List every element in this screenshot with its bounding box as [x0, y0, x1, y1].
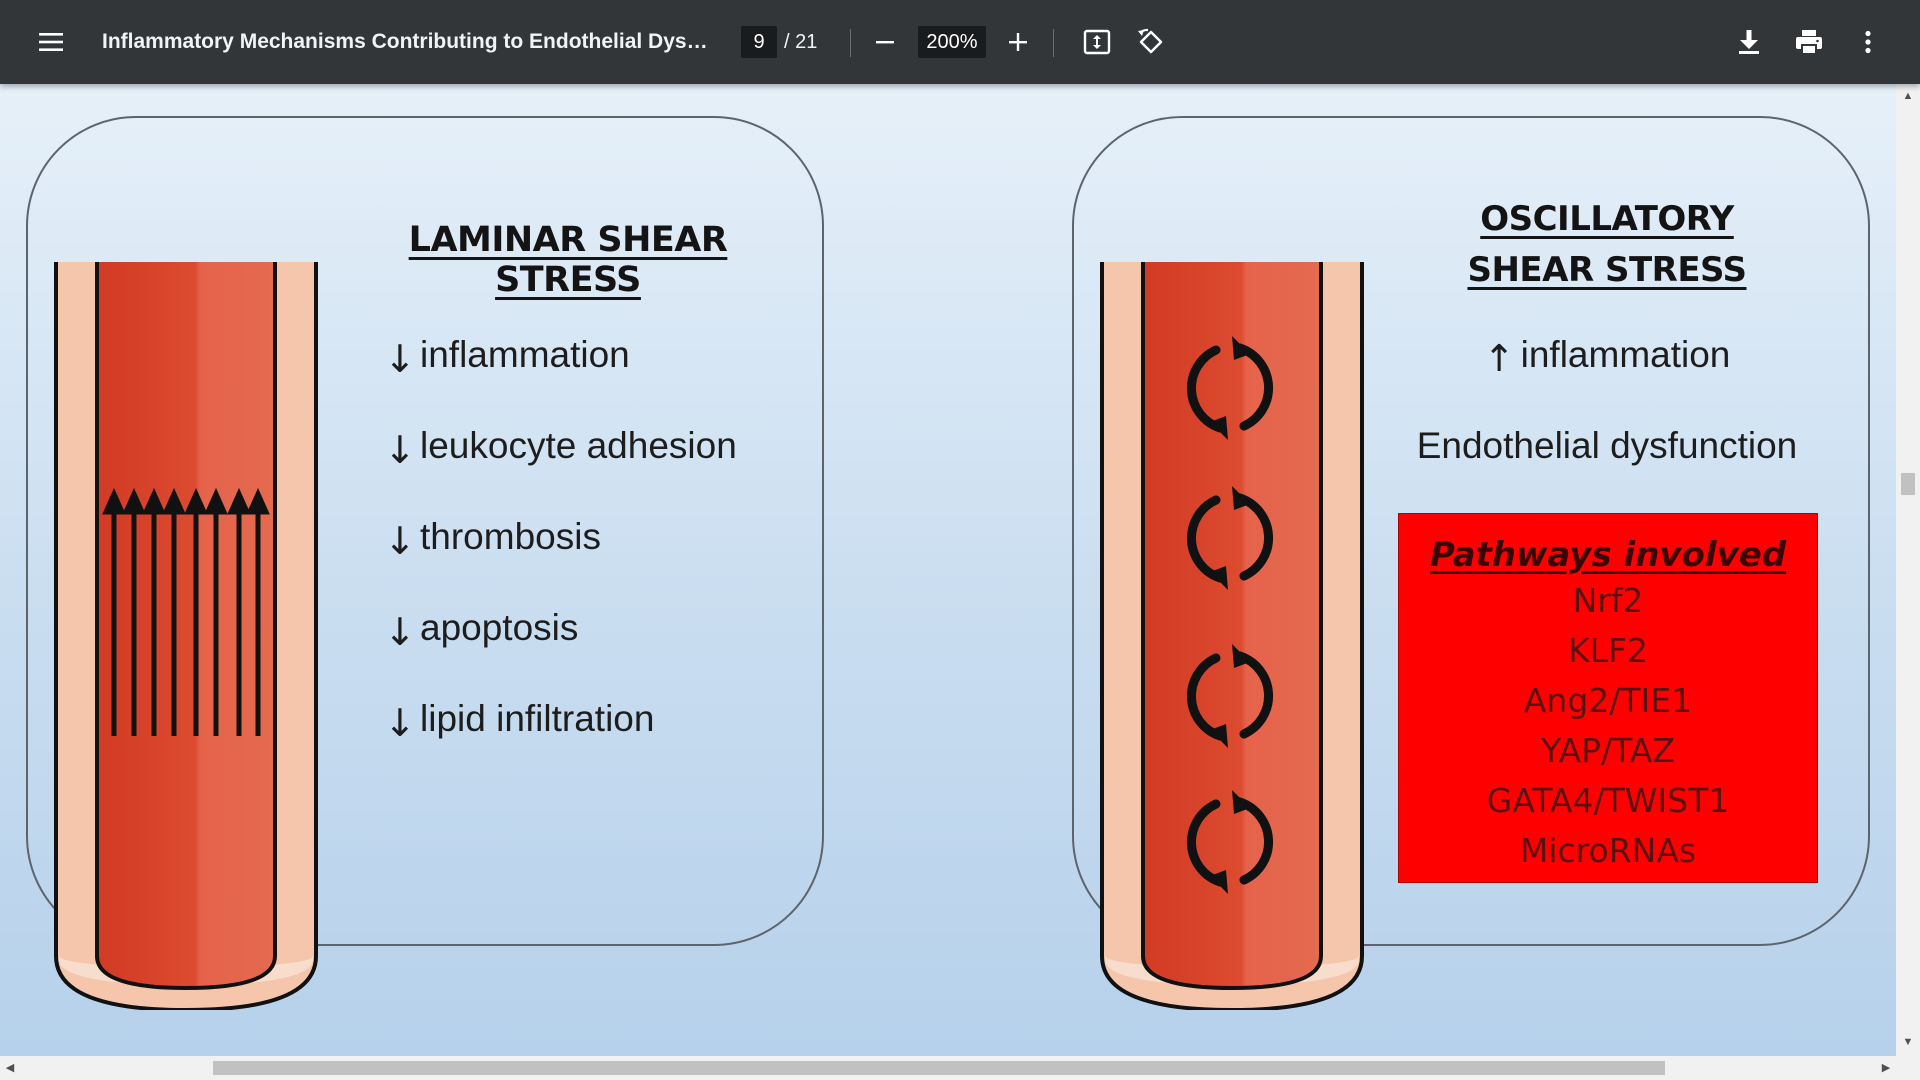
- pdf-page-viewport[interactable]: LAMINAR SHEAR STRESS ↓ inflammation ↓ le…: [0, 84, 1896, 1056]
- oscillatory-heading-line1: OSCILLATORY: [1480, 199, 1734, 239]
- oscillatory-heading: OSCILLATORY SHEAR STRESS: [1400, 194, 1814, 296]
- vertical-scrollbar[interactable]: ▲ ▼: [1896, 84, 1920, 1056]
- laminar-heading: LAMINAR SHEAR STRESS: [408, 220, 728, 300]
- download-icon: [1739, 30, 1759, 54]
- effect-label: thrombosis: [420, 516, 601, 557]
- zoom-out-button[interactable]: [861, 18, 909, 66]
- effect-label: leukocyte adhesion: [420, 425, 737, 466]
- list-item: ↓ thrombosis: [384, 514, 737, 605]
- horizontal-scrollbar[interactable]: ◀ ▶: [0, 1056, 1920, 1080]
- list-item: ↓ inflammation: [384, 332, 737, 423]
- zoom-in-button[interactable]: [994, 18, 1042, 66]
- vertical-scroll-thumb[interactable]: [1901, 473, 1915, 495]
- oscillatory-heading-line2: SHEAR STRESS: [1467, 250, 1747, 290]
- fit-to-page-button[interactable]: [1073, 18, 1121, 66]
- page-number-input[interactable]: 9: [741, 26, 777, 58]
- fit-to-page-icon: [1083, 29, 1111, 55]
- laminar-vessel-illustration: [54, 262, 318, 1010]
- pathways-box: Pathways involved Nrf2 KLF2 Ang2/TIE1 YA…: [1398, 513, 1818, 883]
- list-item: ↓ leukocyte adhesion: [384, 423, 737, 514]
- more-options-button[interactable]: [1844, 18, 1892, 66]
- down-arrow-icon: ↓: [384, 701, 416, 745]
- oscillatory-vessel-illustration: [1100, 262, 1364, 1010]
- scroll-down-arrow-icon[interactable]: ▼: [1900, 1036, 1916, 1048]
- rotate-icon: [1138, 28, 1163, 54]
- pathway-item: YAP/TAZ: [1541, 731, 1675, 770]
- rotate-button[interactable]: [1127, 18, 1175, 66]
- pathway-item: KLF2: [1567, 631, 1648, 670]
- effect-label: apoptosis: [420, 607, 579, 648]
- download-button[interactable]: [1725, 18, 1773, 66]
- list-item: ↓ lipid infiltration: [384, 696, 737, 787]
- print-button[interactable]: [1785, 18, 1833, 66]
- toolbar-divider: [850, 29, 851, 57]
- zoom-level-input[interactable]: 200%: [918, 26, 986, 58]
- minus-icon: [876, 41, 894, 44]
- oscillatory-effect-inflammation: ↑ inflammation: [1400, 332, 1814, 380]
- oscillatory-effect-dysfunction: Endothelial dysfunction: [1416, 425, 1798, 466]
- list-item: ↓ apoptosis: [384, 605, 737, 696]
- toolbar-divider: [1053, 29, 1054, 57]
- down-arrow-icon: ↓: [384, 337, 416, 381]
- page-total: / 21: [784, 31, 818, 53]
- horizontal-scroll-thumb[interactable]: [213, 1061, 1665, 1075]
- document-title: Inflammatory Mechanisms Contributing to …: [102, 30, 712, 53]
- menu-icon: [39, 33, 63, 51]
- down-arrow-icon: ↓: [384, 428, 416, 472]
- laminar-effects-list: ↓ inflammation ↓ leukocyte adhesion ↓ th…: [384, 332, 737, 787]
- scroll-up-arrow-icon[interactable]: ▲: [1900, 90, 1916, 102]
- scroll-left-arrow-icon[interactable]: ◀: [2, 1062, 18, 1074]
- menu-button[interactable]: [27, 18, 75, 66]
- plus-icon: [1009, 33, 1027, 51]
- down-arrow-icon: ↓: [384, 519, 416, 563]
- pathway-item: Nrf2: [1572, 581, 1644, 620]
- pathway-item: Ang2/TIE1: [1523, 681, 1693, 720]
- scroll-right-arrow-icon[interactable]: ▶: [1878, 1062, 1894, 1074]
- effect-label: inflammation: [1520, 334, 1731, 375]
- pdf-toolbar: Inflammatory Mechanisms Contributing to …: [0, 0, 1920, 84]
- print-icon: [1796, 30, 1822, 55]
- pathways-title: Pathways involved: [1429, 535, 1787, 575]
- pathway-item: GATA4/TWIST1: [1486, 781, 1730, 820]
- more-vert-icon: [1865, 30, 1871, 54]
- down-arrow-icon: ↓: [384, 610, 416, 654]
- effect-label: inflammation: [420, 334, 630, 375]
- pathway-item: MicroRNAs: [1519, 831, 1697, 870]
- up-arrow-icon: ↑: [1483, 337, 1515, 380]
- effect-label: lipid infiltration: [420, 698, 655, 739]
